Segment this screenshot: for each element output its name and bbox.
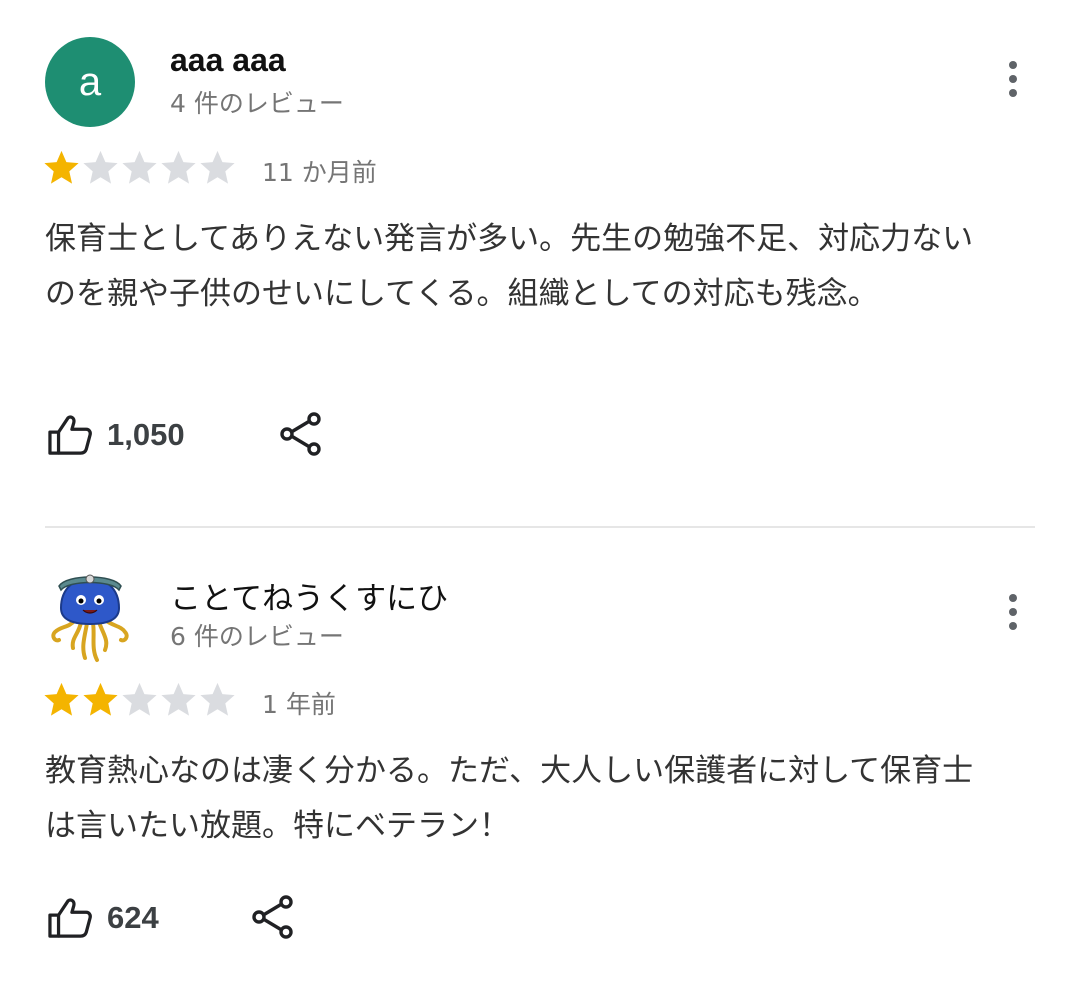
- star-rating: [42, 148, 237, 188]
- star-filled-icon: [44, 150, 79, 184]
- star-empty-icon: [200, 682, 235, 716]
- more-vert-icon-dot: [1009, 89, 1017, 97]
- star-filled-icon: [83, 682, 118, 716]
- thumbs-up-icon: [48, 415, 92, 455]
- more-vert-icon: [1009, 594, 1017, 602]
- thumbs-up-icon: [48, 898, 92, 938]
- review-text: 教育熱心なのは凄く分かる。ただ、大人しい保護者に対して保育士は言いたい放題。特に…: [45, 753, 974, 844]
- author-name[interactable]: ことてねうくすにひ: [170, 573, 448, 618]
- like-button[interactable]: 1,050: [47, 413, 185, 457]
- star-filled-icon: [44, 682, 79, 716]
- star-empty-icon: [161, 150, 196, 184]
- more-vert-icon-dot: [1009, 608, 1017, 616]
- star-empty-icon: [122, 150, 157, 184]
- slime-knight-avatar-icon[interactable]: [45, 568, 135, 663]
- star-rating: [42, 680, 237, 720]
- star-empty-icon: [122, 682, 157, 716]
- like-count: 1,050: [107, 417, 185, 452]
- more-options-button[interactable]: [995, 56, 1031, 102]
- review-count: 6 件のレビュー: [170, 622, 344, 651]
- star-empty-icon: [161, 682, 196, 716]
- author-name[interactable]: aaa aaa: [170, 42, 286, 79]
- review-count: 4 件のレビュー: [170, 89, 344, 118]
- more-vert-icon-dot: [1009, 622, 1017, 630]
- avatar[interactable]: a: [45, 37, 135, 127]
- review-date: 11 か月前: [262, 158, 377, 187]
- like-count: 624: [107, 900, 159, 935]
- review-divider: [45, 526, 1035, 528]
- star-empty-icon: [200, 150, 235, 184]
- review-date: 1 年前: [262, 690, 336, 719]
- share-icon[interactable]: [278, 411, 324, 457]
- star-empty-icon: [83, 150, 118, 184]
- more-vert-icon: [1009, 61, 1017, 69]
- share-icon[interactable]: [250, 894, 296, 940]
- review-text: 保育士としてありえない発言が多い。先生の勉強不足、対応力ないのを親や子供のせいに…: [45, 221, 974, 312]
- more-vert-icon-dot: [1009, 75, 1017, 83]
- more-options-button[interactable]: [995, 589, 1031, 635]
- like-button[interactable]: 624: [47, 896, 159, 940]
